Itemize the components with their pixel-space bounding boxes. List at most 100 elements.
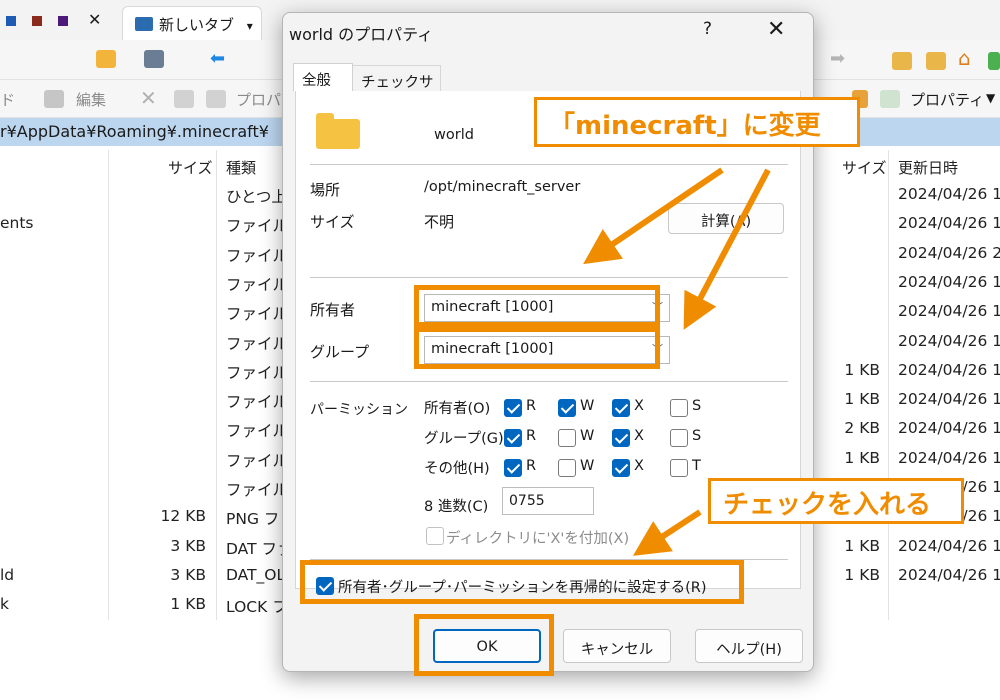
file-size-cell: 3 KB: [170, 565, 206, 584]
permission-letter: W: [580, 458, 595, 474]
permission-row-label: 所有者(O): [424, 401, 491, 417]
file-date-cell: 2024/04/26 1: [898, 185, 1000, 203]
permission-checkbox[interactable]: [670, 429, 688, 447]
column-divider: [216, 150, 217, 620]
open-folder-icon[interactable]: [96, 50, 116, 68]
permission-checkbox[interactable]: [558, 459, 576, 477]
file-date-cell: 2024/04/26 1: [898, 272, 1000, 291]
chevron-down-icon[interactable]: ▾: [247, 19, 253, 33]
color-square-icon: [58, 16, 68, 26]
permission-letter: R: [526, 428, 537, 444]
close-icon[interactable]: ✕: [767, 17, 785, 42]
file-type-cell: ファイル: [226, 334, 289, 353]
properties-icon[interactable]: [206, 90, 226, 108]
help-icon[interactable]: ?: [703, 19, 712, 39]
file-name-cell: ld: [0, 565, 15, 584]
file-date-cell: 2024/04/26 1: [898, 565, 1000, 584]
permission-checkbox[interactable]: [612, 429, 630, 447]
file-type-cell: ひとつ上: [226, 188, 287, 206]
chevron-down-icon[interactable]: ▼: [986, 91, 995, 105]
column-header-type[interactable]: 種類: [226, 157, 256, 178]
calculate-button[interactable]: 計算(A): [668, 203, 784, 234]
column-header-date[interactable]: 更新日時: [898, 157, 958, 178]
folder-up-icon[interactable]: [892, 52, 912, 70]
permission-letter: S: [692, 398, 702, 414]
tab-icon: [135, 17, 153, 31]
tab-new[interactable]: 新しいタブ ▾: [122, 6, 262, 40]
help-button[interactable]: ヘルプ(H): [695, 629, 803, 663]
file-type-cell: ファイル: [226, 275, 289, 294]
permission-checkbox[interactable]: [504, 399, 522, 417]
permission-checkbox[interactable]: [504, 459, 522, 477]
edit-icon[interactable]: [44, 90, 64, 108]
toolbar-fragment: ド: [0, 91, 16, 109]
dialog-title: world のプロパティ: [289, 25, 434, 44]
dir-x-checkbox[interactable]: [426, 527, 444, 545]
permission-checkbox[interactable]: [504, 429, 522, 447]
permission-checkbox[interactable]: [612, 459, 630, 477]
home-icon[interactable]: ⌂: [958, 46, 971, 70]
permission-checkbox[interactable]: [612, 399, 630, 417]
file-date-cell: 2024/04/26 1: [898, 390, 1000, 409]
back-arrow-icon[interactable]: ⬅: [210, 48, 225, 69]
octal-input[interactable]: 0755: [502, 487, 594, 515]
delete-icon[interactable]: ✕: [140, 86, 157, 110]
file-date-cell: 2024/04/26 1: [898, 360, 1000, 379]
permission-row-label: グループ(G): [424, 431, 504, 447]
cancel-button[interactable]: キャンセル: [563, 629, 671, 663]
check-folder-icon[interactable]: [988, 52, 1000, 70]
permission-letter: S: [692, 428, 702, 444]
column-divider: [888, 150, 889, 620]
permission-row-label: その他(H): [424, 461, 490, 477]
folder-edit-icon[interactable]: [926, 52, 946, 70]
permission-checkbox[interactable]: [670, 399, 688, 417]
tab-checksum[interactable]: チェックサム: [353, 65, 441, 112]
rename-icon[interactable]: [174, 90, 194, 108]
file-date-cell: 2024/04/26 1: [898, 448, 1000, 467]
column-header-size[interactable]: サイズ: [168, 157, 213, 178]
permission-letter: R: [526, 458, 537, 474]
forward-arrow-icon[interactable]: ➡: [830, 48, 845, 69]
permission-letter: X: [634, 428, 644, 444]
callout-change-minecraft: 「minecraft」に変更: [534, 97, 860, 147]
permission-letter: X: [634, 398, 644, 414]
file-type-cell: LOCK フ: [226, 598, 288, 617]
permission-checkbox[interactable]: [558, 399, 576, 417]
permission-checkbox[interactable]: [670, 459, 688, 477]
name-field[interactable]: world: [424, 123, 540, 151]
divider: [310, 164, 788, 165]
dir-x-label: ディレクトリに'X'を付加(X): [446, 531, 630, 547]
edit-label[interactable]: 編集: [76, 89, 106, 110]
file-size-cell: 2 KB: [844, 419, 880, 438]
permission-letter: T: [692, 458, 701, 474]
file-type-cell: ファイル: [226, 363, 289, 382]
column-header-size[interactable]: サイズ: [842, 157, 887, 178]
file-size-cell: 1 KB: [844, 390, 880, 409]
properties-label[interactable]: プロパ: [236, 89, 281, 110]
owner-label: 所有者: [310, 301, 356, 319]
permission-checkbox[interactable]: [558, 429, 576, 447]
folder-icon: [316, 113, 360, 149]
tab-close-icon[interactable]: ✕: [88, 10, 101, 29]
path-text: r¥AppData¥Roaming¥.minecraft¥: [0, 122, 269, 141]
file-type-cell: ファイル: [226, 451, 289, 470]
file-type-cell: ファイル: [226, 305, 289, 324]
file-type-cell: ファイル: [226, 246, 289, 265]
permission-label: パーミッション: [310, 402, 408, 418]
properties-icon[interactable]: [880, 90, 900, 108]
filter-icon[interactable]: [144, 50, 164, 68]
permission-letter: W: [580, 428, 595, 444]
properties-label[interactable]: プロパティ: [910, 89, 984, 110]
size-value: 不明: [424, 213, 455, 231]
file-type-cell: ファイル: [226, 422, 289, 441]
file-size-cell: 3 KB: [170, 536, 206, 555]
highlight-owner: [414, 285, 660, 327]
file-size-cell: 1 KB: [844, 565, 880, 584]
file-type-cell: ファイル: [226, 481, 289, 499]
file-size-cell: 1 KB: [844, 360, 880, 379]
tab-general[interactable]: 全般: [293, 63, 353, 92]
octal-label: 8 進数(C): [424, 499, 489, 515]
file-date-cell: 2024/04/26 2: [898, 243, 1000, 262]
file-size-cell: 12 KB: [160, 507, 206, 526]
file-type-cell: DAT_OL: [226, 565, 286, 584]
